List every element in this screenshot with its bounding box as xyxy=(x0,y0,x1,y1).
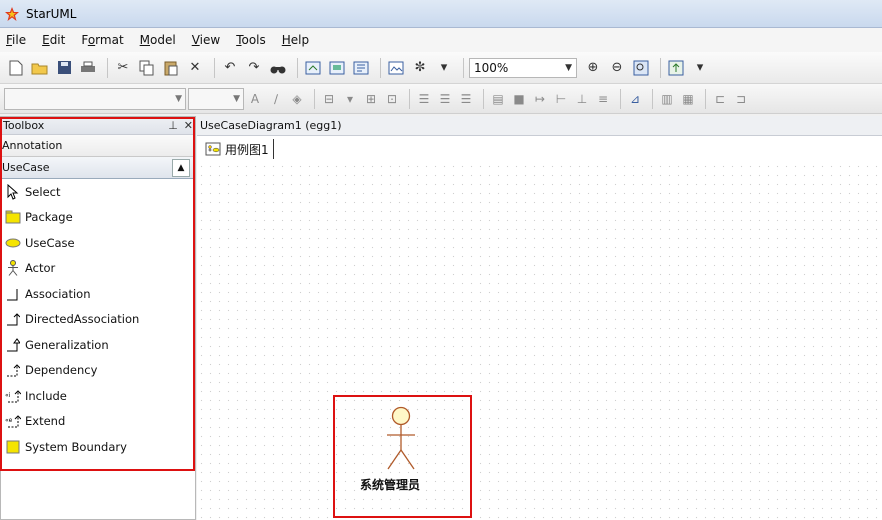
menu-bar: File Edit Format Model View Tools Help xyxy=(0,28,882,52)
line-color-icon[interactable]: ∕ xyxy=(267,90,285,108)
tab-usecase-diagram[interactable]: 用例图1 xyxy=(205,139,274,159)
format-toolbar: ▼ ▼ A ∕ ◈ ⊟ ▾ ⊞ ⊡ ☰ ☰ ☰ ▤ ■ ↦ ⊢ ⊥ ≡ ⊿ ▥ … xyxy=(0,84,882,114)
toolbar-separator xyxy=(107,57,108,78)
layout-icon[interactable]: ≡ xyxy=(594,90,612,108)
menu-format[interactable]: Format xyxy=(81,33,123,47)
zoom-select[interactable]: 100% ▼ xyxy=(469,57,577,78)
diagram-header: UseCaseDiagram1 (egg1) xyxy=(197,116,882,136)
fill-color-icon[interactable]: ◈ xyxy=(288,90,306,108)
cut-icon[interactable]: ✂ xyxy=(113,58,133,78)
space-h-icon[interactable]: ⊢ xyxy=(552,90,570,108)
zoom-fit-icon[interactable] xyxy=(631,58,651,78)
save-icon[interactable] xyxy=(54,58,74,78)
actor-highlight-box xyxy=(333,395,472,518)
zoom-in-icon[interactable]: ⊕ xyxy=(583,58,603,78)
font-icon[interactable]: A xyxy=(246,90,264,108)
menu-edit-key: E xyxy=(42,33,50,47)
menu-file-rest: ile xyxy=(12,33,27,47)
font-name-combo[interactable]: ▼ xyxy=(4,87,186,110)
align-objects-right-icon[interactable]: ⊐ xyxy=(732,90,750,108)
diagram-tool-1-icon[interactable] xyxy=(303,58,323,78)
delete-icon[interactable]: ✕ xyxy=(185,58,205,78)
toolbar-separator xyxy=(660,57,661,78)
usecase-diagram-icon xyxy=(205,142,221,156)
diagram-header-title: UseCaseDiagram1 (egg1) xyxy=(200,119,342,132)
menu-edit[interactable]: Edit xyxy=(42,33,65,47)
diagram-canvas[interactable] xyxy=(197,162,882,520)
menu-format-rest: rmat xyxy=(95,33,124,47)
new-file-icon[interactable] xyxy=(6,58,26,78)
toolbar-separator xyxy=(409,88,410,109)
zoom-value: 100% xyxy=(474,60,509,75)
send-back-icon[interactable]: ■ xyxy=(510,90,528,108)
menu-tools-rest: ools xyxy=(241,33,266,47)
zoom-out-icon[interactable]: ⊖ xyxy=(607,58,627,78)
align-right-icon[interactable]: ☰ xyxy=(457,90,475,108)
menu-view-rest: iew xyxy=(199,33,221,47)
toolbar-separator xyxy=(463,57,464,78)
tab-label: 用例图1 xyxy=(225,142,269,157)
toolbox-highlight-box xyxy=(0,117,195,471)
align-center-icon[interactable]: ☰ xyxy=(436,90,454,108)
chevron-down-icon: ▼ xyxy=(233,93,240,104)
diagram-tool-3-icon[interactable] xyxy=(351,58,371,78)
arrange-icon[interactable]: ↦ xyxy=(531,90,549,108)
suppress-operations-icon[interactable]: ⊡ xyxy=(383,90,401,108)
menu-help[interactable]: Help xyxy=(282,33,309,47)
menu-tools[interactable]: Tools xyxy=(236,33,266,47)
chevron-down-icon: ▼ xyxy=(175,93,182,104)
toolbar-separator xyxy=(652,88,653,109)
menu-model-rest: odel xyxy=(150,33,176,47)
toolbar-separator xyxy=(620,88,621,109)
menu-view[interactable]: View xyxy=(192,33,220,47)
diagram-tool-2-icon[interactable] xyxy=(327,58,347,78)
dropdown-arrow-icon[interactable]: ▾ xyxy=(690,58,710,78)
size-same-width-icon[interactable]: ▥ xyxy=(658,90,676,108)
toolbar-separator xyxy=(705,88,706,109)
toolbar-separator xyxy=(297,57,298,78)
open-folder-icon[interactable] xyxy=(30,58,50,78)
menu-model-key: M xyxy=(139,33,151,47)
menu-file[interactable]: File xyxy=(6,33,26,47)
hierarchy-icon[interactable]: ⊿ xyxy=(626,90,644,108)
toolbar-separator xyxy=(314,88,315,109)
line-style-icon[interactable]: ⊟ xyxy=(320,90,338,108)
toolbar-separator xyxy=(380,57,381,78)
menu-help-rest: elp xyxy=(290,33,310,47)
options-icon[interactable]: ✼ xyxy=(410,58,430,78)
bring-front-icon[interactable]: ▤ xyxy=(489,90,507,108)
title-bar: StarUML xyxy=(0,0,882,28)
window-title: StarUML xyxy=(26,6,77,21)
paste-icon[interactable] xyxy=(161,58,181,78)
chevron-down-icon: ▼ xyxy=(565,62,572,73)
menu-edit-rest: dit xyxy=(49,33,66,47)
print-icon[interactable] xyxy=(78,58,98,78)
size-same-height-icon[interactable]: ▦ xyxy=(679,90,697,108)
dropdown-arrow-icon[interactable]: ▾ xyxy=(434,58,454,78)
suppress-attributes-icon[interactable]: ⊞ xyxy=(362,90,380,108)
space-v-icon[interactable]: ⊥ xyxy=(573,90,591,108)
copy-icon[interactable] xyxy=(137,58,157,78)
export-image-icon[interactable] xyxy=(386,58,406,78)
toolbar-separator xyxy=(214,57,215,78)
redo-icon[interactable]: ↷ xyxy=(244,58,264,78)
find-icon[interactable] xyxy=(268,58,288,78)
align-objects-left-icon[interactable]: ⊏ xyxy=(711,90,729,108)
font-size-combo[interactable]: ▼ xyxy=(188,87,244,110)
menu-help-key: H xyxy=(281,33,291,47)
line-style-dropdown-icon[interactable]: ▾ xyxy=(341,90,359,108)
diagram-tabstrip: 用例图1 xyxy=(197,136,882,162)
menu-model[interactable]: Model xyxy=(140,33,176,47)
staruml-logo-icon xyxy=(5,6,19,21)
menu-view-key: V xyxy=(191,33,200,47)
standard-toolbar: ✂ ✕ ↶ ↷ ✼ ▾ 100% ▼ ⊕ ⊖ ▾ xyxy=(0,52,882,84)
toolbar-separator xyxy=(483,88,484,109)
align-left-icon[interactable]: ☰ xyxy=(415,90,433,108)
diagram-editor: UseCaseDiagram1 (egg1) 用例图1 xyxy=(197,116,882,520)
undo-icon[interactable]: ↶ xyxy=(220,58,240,78)
refresh-icon[interactable] xyxy=(666,58,686,78)
